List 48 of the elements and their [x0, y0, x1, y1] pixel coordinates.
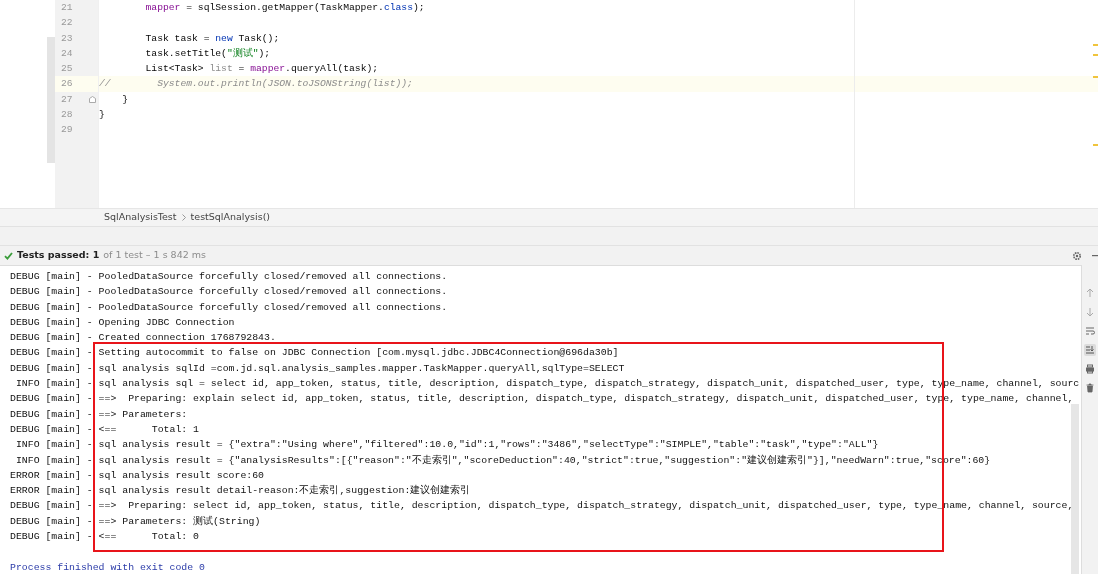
scroll-to-end-icon[interactable] — [1084, 344, 1096, 356]
log-line: DEBUG [main] - ==> Parameters: 测试(String) — [10, 515, 261, 527]
line-number: 26 — [61, 78, 73, 90]
scrollbar[interactable] — [47, 37, 55, 163]
chevron-icon — [181, 214, 186, 221]
log-line: DEBUG [main] - PooledDataSource forcefully closed/removed all connections. — [10, 271, 448, 282]
code-line: } — [121, 93, 129, 105]
code-line: } — [99, 109, 105, 121]
log-line: INFO [main] - sql analysis result = {"extra":"Using where","filtered":10.0,"id":1,"rows":"3486","selectType":"SIMPLE","table":"task","type":"ALL"} — [14, 439, 879, 451]
trash-icon[interactable] — [1084, 382, 1096, 394]
line-number: 27 — [61, 93, 73, 105]
print-icon[interactable] — [1084, 363, 1096, 375]
code-line: List<Task> list = mapper.queryAll(task); — [144, 63, 379, 75]
log-line: DEBUG [main] - <== Total: 1 — [10, 423, 200, 435]
check-icon — [4, 251, 13, 260]
log-line: DEBUG [main] - Setting autocommit to false on JDBC Connection [com.mysql.jdbc.JDBC4Connection@696da30b] — [10, 347, 619, 359]
up-arrow-icon[interactable] — [1084, 287, 1096, 299]
code-line: Task task = new Task(); — [144, 32, 280, 44]
test-summary: Tests passed: 1 — [17, 248, 100, 263]
settings-icon[interactable] — [1072, 250, 1082, 261]
code-line: // System.out.println(JSON.toJSONString(list)); — [99, 78, 413, 90]
log-line: DEBUG [main] - Created connection 1768792843. — [10, 332, 276, 344]
code-line: mapper = sqlSession.getMapper(TaskMapper.class); — [144, 2, 425, 13]
test-detail: of 1 test – 1 s 842 ms — [103, 248, 206, 263]
line-number: 21 — [61, 2, 73, 13]
log-line: ERROR [main] - sql analysis result score:60 — [10, 469, 264, 481]
line-number: 28 — [61, 109, 73, 121]
down-arrow-icon[interactable] — [1084, 306, 1096, 318]
log-line: ERROR [main] - sql analysis result detail-reason:不走索引,suggestion:建议创建索引 — [10, 485, 471, 497]
minimize-icon[interactable] — [1092, 254, 1098, 257]
log-line: DEBUG [main] - PooledDataSource forcefully closed/removed all connections. — [10, 286, 448, 298]
scrollbar[interactable] — [1071, 404, 1079, 574]
line-number: 22 — [61, 17, 73, 29]
wrap-icon[interactable] — [1084, 325, 1096, 337]
code-line: task.setTitle("测试"); — [144, 47, 271, 59]
fold-icon[interactable] — [89, 95, 96, 103]
line-number: 23 — [61, 32, 73, 44]
breadcrumb-item[interactable]: SqlAnalysisTest — [104, 210, 177, 225]
line-number: 29 — [61, 124, 73, 136]
log-line: DEBUG [main] - PooledDataSource forcefully closed/removed all connections. — [10, 301, 448, 313]
log-line: DEBUG [main] - ==> Parameters: — [10, 408, 189, 420]
breadcrumb-item[interactable]: testSqlAnalysis() — [190, 210, 271, 225]
line-number: 24 — [61, 47, 73, 59]
log-line: DEBUG [main] - sql analysis sqlId =com.jd.sql.analysis_samples.mapper.TaskMapper.queryAll,sqlType=SELECT — [10, 362, 625, 374]
log-line: DEBUG [main] - Opening JDBC Connection — [10, 316, 235, 328]
line-number: 25 — [61, 63, 73, 75]
log-line: DEBUG [main] - <== Total: 0 — [10, 531, 200, 543]
exit-message: Process finished with exit code 0 — [10, 561, 205, 573]
